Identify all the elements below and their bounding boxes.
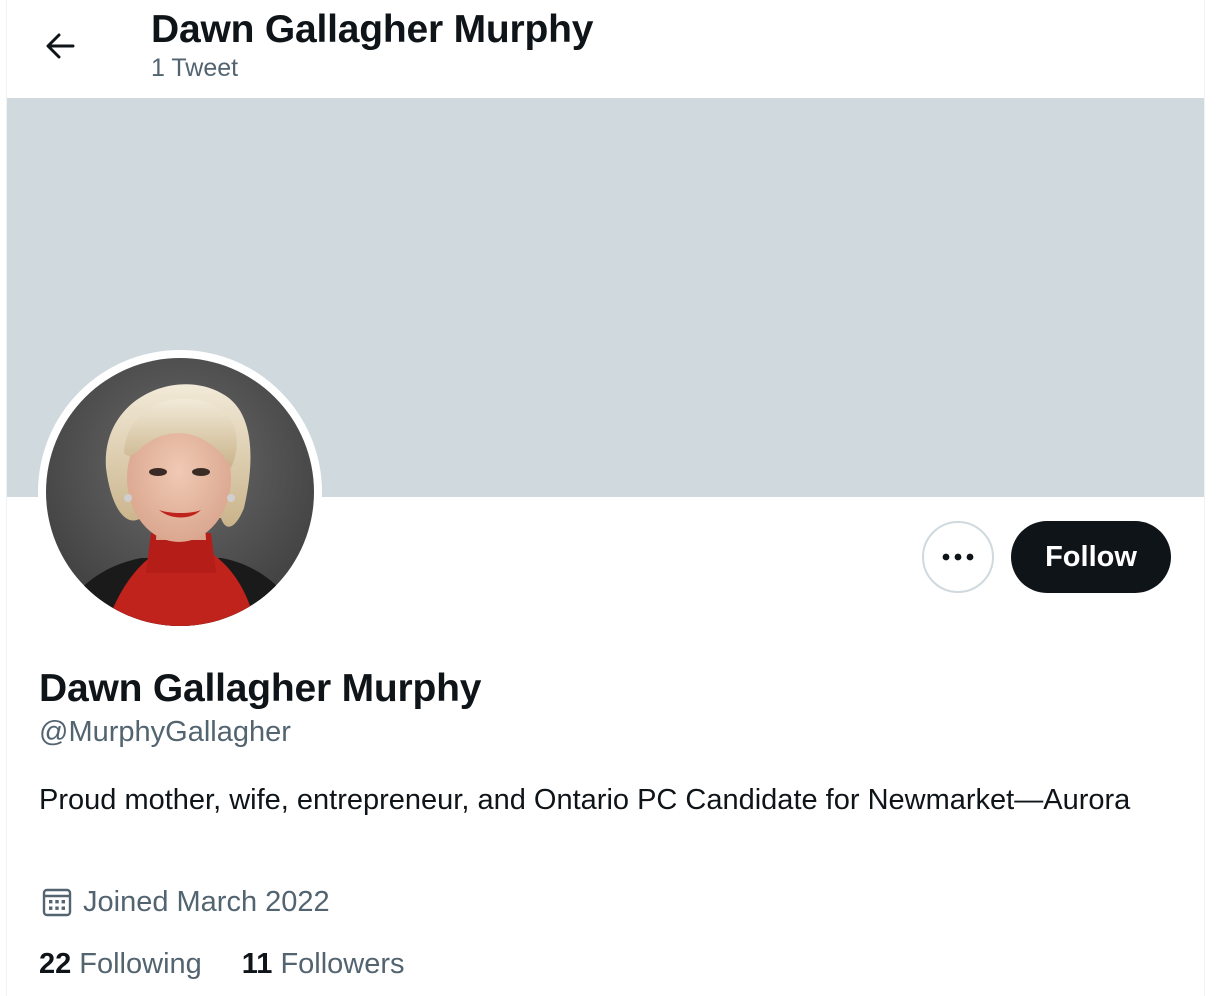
- follow-button[interactable]: Follow: [1011, 521, 1171, 593]
- profile-handle: @MurphyGallagher: [39, 716, 291, 748]
- profile-bio: Proud mother, wife, entrepreneur, and On…: [39, 784, 1131, 816]
- follow-stats: 22 Following 11 Followers: [39, 944, 405, 984]
- joined-text: Joined March 2022: [83, 885, 330, 918]
- following-link[interactable]: 22 Following: [39, 948, 202, 981]
- more-options-button[interactable]: [922, 521, 994, 593]
- header-title: Dawn Gallagher Murphy: [151, 8, 594, 51]
- arrow-left-icon: [46, 33, 75, 59]
- followers-link[interactable]: 11 Followers: [242, 948, 405, 981]
- calendar-icon: [42, 888, 72, 917]
- tweet-count: 1 Tweet: [151, 54, 239, 82]
- more-horizontal-icon: [942, 553, 974, 561]
- avatar[interactable]: [46, 358, 314, 626]
- followers-count: 11: [241, 947, 273, 980]
- column-right-border: [1204, 0, 1205, 996]
- joined-date: Joined March 2022: [41, 882, 330, 922]
- profile-page: Dawn Gallagher Murphy 1 Tweet Follow Daw…: [0, 0, 1228, 996]
- following-label: Following: [79, 947, 202, 980]
- profile-name: Dawn Gallagher Murphy: [39, 667, 482, 710]
- followers-label: Followers: [280, 947, 405, 980]
- back-button[interactable]: [34, 24, 86, 68]
- following-count: 22: [39, 947, 72, 980]
